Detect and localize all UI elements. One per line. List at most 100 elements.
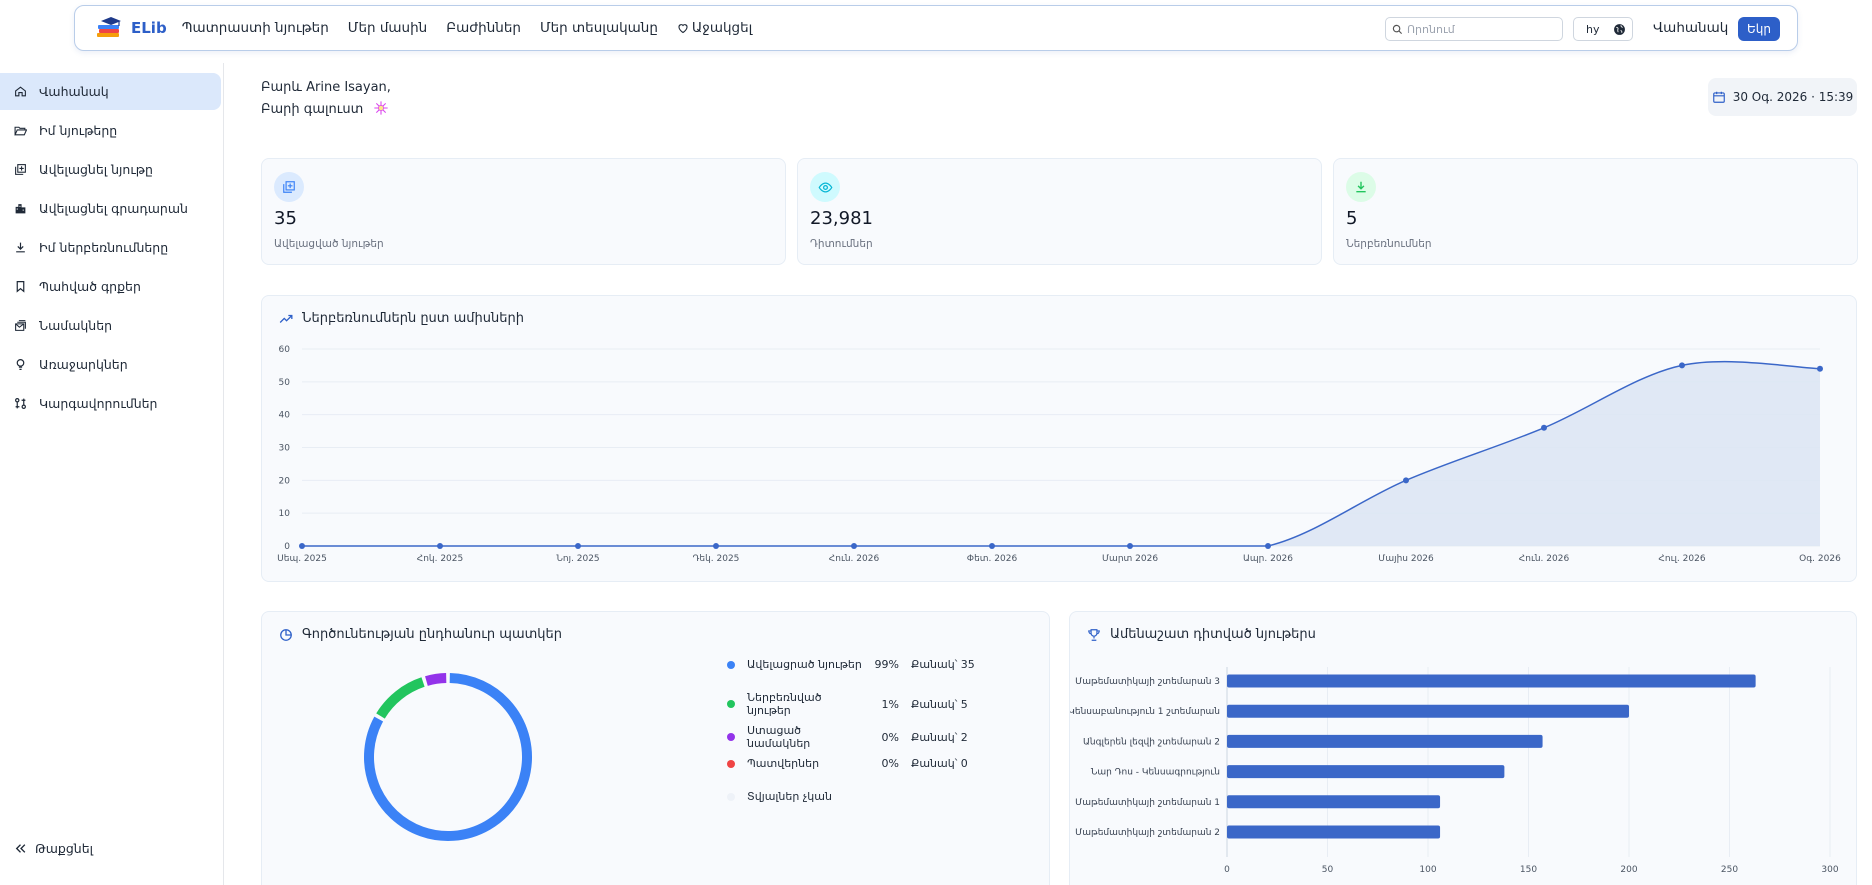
y-tick-label: 20 [279,476,291,486]
search-input[interactable] [1407,22,1547,36]
stat-icon-wrap [1346,172,1376,202]
stat-value: 23,981 [810,208,873,229]
stat-card-added: 35 Ավելացված նյութեր [261,158,786,265]
downloads-line-chart: 0 10 20 30 40 50 60 Սեպ. 2025 Հոկ. 2025 Նոյ. 2025… [277,345,1841,564]
nav-vision[interactable]: Մեր տեսլականը [540,20,658,36]
sidebar-item-suggestions[interactable]: Առաջարկներ [0,346,221,383]
data-point [713,543,719,549]
logo-icon [97,17,121,37]
nav-support[interactable]: Աջակցել [677,20,752,36]
sidebar-item-label: Կարգավորումներ [39,396,158,411]
sidebar-item-dashboard[interactable]: Վահանակ [0,73,221,110]
folder-open-icon [14,126,27,136]
sidebar-item-label: Նամակներ [39,318,113,333]
data-point [1265,543,1271,549]
y-tick-label: 30 [279,444,291,454]
x-tick-label: Մայիս 2026 [1378,554,1434,564]
area-fill [302,361,1820,546]
sidebar-item-label: Վահանակ [39,84,109,99]
sidebar-item-add-material[interactable]: Ավելացնել նյութը [0,151,221,188]
download-icon [16,242,25,253]
stat-card-downloads: 5 Ներբեռնումներ [1333,158,1858,265]
language-selector[interactable]: hy [1573,17,1633,41]
nav-ready-materials[interactable]: Պատրաստի նյութեր [182,20,329,36]
sidebar-item-settings[interactable]: Կարգավորումներ [0,385,221,422]
legend-item: Ստացած նամակներ 0% Քանակ՝ 2 [727,724,968,750]
legend-name: Ավելացրած նյութեր [747,658,862,671]
activity-overview-panel: Գործունեության ընդհանուր պատկեր Ավելացրա… [261,611,1050,885]
x-tick-label: Փետ. 2026 [967,554,1018,564]
dashboard-link[interactable]: Վահանակ [1653,20,1728,36]
bookmark-icon [16,281,25,293]
x-tick-label: 100 [1419,865,1436,875]
bar [1227,734,1543,748]
stat-label: Ներբեռնումներ [1346,238,1432,250]
legend-item: Պատվերներ 0% Քանակ՝ 0 [727,757,968,770]
legend-name: Ներբեռնված նյութեր [747,691,822,717]
legend-percent: 1% [881,697,899,711]
search-icon [1392,24,1403,34]
sidebar-collapse-button[interactable]: Թաքցնել [14,841,93,856]
download-icon [1356,181,1366,193]
add-document-icon [283,181,295,193]
legend-dot [727,759,735,768]
pie-chart-icon [280,628,292,641]
legend-percent: 0% [881,730,899,744]
x-tick-label: Հուլ. 2026 [1658,554,1705,564]
sidebar-item-letters[interactable]: Նամակներ [0,307,221,344]
x-tick-label: 200 [1620,865,1637,875]
nav-about[interactable]: Մեր մասին [348,20,427,36]
sidebar-item-my-downloads[interactable]: Իմ ներբեռնումները [0,229,221,266]
greeting-welcome: Բարի գալուստ [261,102,364,117]
eye-icon [818,181,832,193]
bar [1227,825,1441,839]
x-tick-label: 150 [1520,865,1537,875]
x-tick-label: Ապր. 2026 [1243,554,1293,564]
stat-card-views: 23,981 Դիտումներ [797,158,1322,265]
x-tick-label: Սեպ. 2025 [277,554,327,564]
sidebar-item-label: Առաջարկներ [39,357,128,372]
sidebar-item-add-library[interactable]: Ավելացնել գրադարան [0,190,221,227]
donut-slice [376,677,425,719]
sidebar-item-label: Իմ նյութերը [39,123,118,138]
nav-sections[interactable]: Բաժիններ [446,20,521,36]
y-tick-label: Կենսաբանություն 1 շտեմարան [1070,707,1220,717]
activity-donut-chart [364,673,532,841]
x-tick-label: 50 [1322,865,1334,875]
sidebar-item-saved-books[interactable]: Պահված գրքեր [0,268,221,305]
legend-name: Պատվերներ [747,757,820,770]
y-tick-label: 40 [279,411,291,421]
legend-name: Տվյալներ չկան [747,790,832,803]
y-tick-label: 50 [279,378,291,388]
data-point [851,543,857,549]
login-button[interactable]: Եկր [1738,17,1780,41]
greeting: Բարև Arine Isayan, Բարի գալուստ [261,77,391,121]
search-box[interactable] [1385,17,1563,41]
most-viewed-panel: Ամենաշատ դիտված նյութերս 0 50 100 150 200 250… [1069,611,1857,885]
date-text: 30 Օգ. 2026 · 15:39 [1732,90,1854,104]
legend-item: Տվյալներ չկան [727,790,867,803]
x-tick-label: 250 [1721,865,1738,875]
x-tick-label: Դեկ. 2025 [693,554,740,564]
panel-title: Գործունեության ընդհանուր պատկեր [279,627,562,642]
language-code: hy [1586,22,1600,36]
brand[interactable]: ELib [95,15,167,41]
legend-item: Ավելացրած նյութեր 99% Քանակ՝ 35 [727,658,975,671]
y-tick-label: Նար Դոս - Կենսագրություն [1091,768,1220,778]
y-tick-label: Մաթեմատիկայի շտեմարան 1 [1075,798,1220,808]
greeting-name: Բարև Arine Isayan, [261,80,391,95]
legend-count: Քանակ՝ 35 [911,658,975,671]
x-tick-label: 300 [1821,865,1838,875]
bar [1227,765,1505,779]
stat-icon-wrap [810,172,840,202]
data-point [575,543,581,549]
x-tick-label: Հուն. 2026 [829,554,880,564]
sidebar-item-my-materials[interactable]: Իմ նյութերը [0,112,221,149]
y-tick-label: 10 [279,509,291,519]
calendar-icon [1712,91,1725,103]
sidebar: Վահանակ Իմ նյութերը Ավելացնել նյութը Ավե… [0,63,224,885]
data-point [1403,477,1409,484]
downloads-by-month-panel: Ներբեռնումներն ըստ ամիսների 0 10 20 30 40 50 6… [261,295,1857,582]
sidebar-item-label: Ավելացնել նյութը [39,162,153,177]
settings-icon [15,398,26,409]
